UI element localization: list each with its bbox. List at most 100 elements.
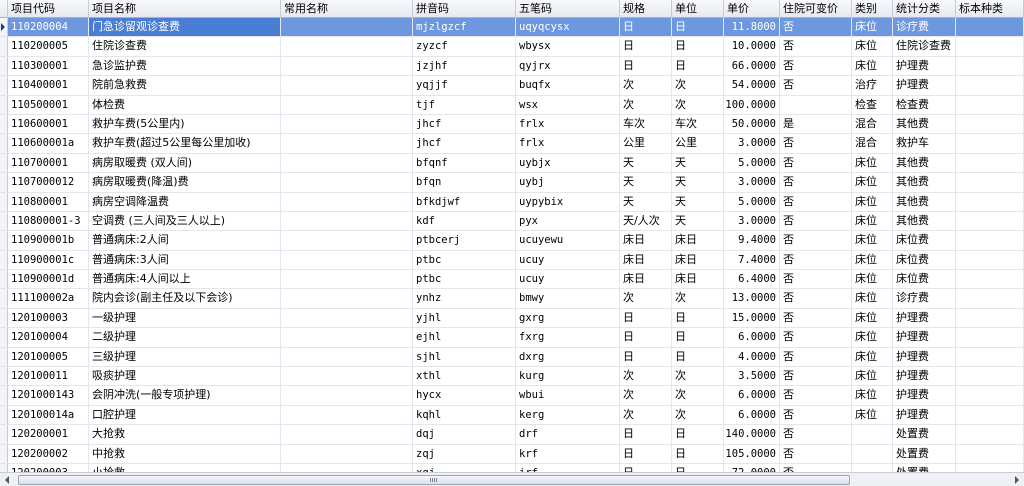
cell-price[interactable]: 13.0000 [724,289,780,308]
cell-name[interactable]: 体检费 [89,95,281,114]
cell-code[interactable]: 110800001-3 [8,211,89,231]
row-indicator[interactable] [0,231,8,250]
row-indicator[interactable] [0,289,8,308]
cell-category[interactable]: 床位 [852,328,893,347]
cell-pinyin[interactable]: mjzlgzcf [413,18,516,37]
cell-common-name[interactable] [281,153,413,173]
cell-wubi[interactable]: frlx [516,114,620,134]
cell-spec[interactable]: 次 [620,289,672,308]
cell-stat-category[interactable]: 护理费 [893,367,956,386]
cell-code[interactable]: 110600001 [8,114,89,134]
cell-common-name[interactable] [281,463,413,472]
table-row[interactable]: 120200001 大抢救 dqj drf 日日 140.0000 否处置费 [0,425,1024,445]
cell-unit[interactable]: 日 [672,18,724,37]
cell-pinyin[interactable]: yjhl [413,308,516,328]
cell-price[interactable]: 5.0000 [724,192,780,211]
table-row[interactable]: 120100011 吸痰护理 xthl kurg 次次 3.5000 否床位 护理费 [0,367,1024,387]
cell-category[interactable]: 床位 [852,18,893,37]
row-indicator[interactable] [0,76,8,95]
cell-code[interactable]: 110900001b [8,231,89,250]
cell-code[interactable]: 120100004 [8,328,89,347]
cell-specimen[interactable] [956,231,1024,250]
cell-variable-price[interactable]: 否 [780,134,852,153]
cell-name[interactable]: 急诊监护费 [89,56,281,76]
cell-name[interactable]: 三级护理 [89,347,281,367]
cell-pinyin[interactable]: yqjjf [413,76,516,95]
cell-wubi[interactable]: ucuy [516,270,620,289]
cell-common-name[interactable] [281,211,413,231]
cell-price[interactable]: 105.0000 [724,444,780,463]
cell-code[interactable]: 120100003 [8,308,89,328]
cell-pinyin[interactable]: dqj [413,425,516,444]
cell-common-name[interactable] [281,270,413,289]
cell-name[interactable]: 口腔护理 [89,405,281,425]
cell-category[interactable]: 床位 [852,250,893,270]
cell-variable-price[interactable]: 否 [780,308,852,328]
cell-price[interactable]: 15.0000 [724,308,780,328]
cell-category[interactable]: 床位 [852,367,893,386]
cell-category[interactable]: 治疗 [852,76,893,95]
horizontal-scrollbar[interactable] [0,472,1024,486]
cell-category[interactable]: 床位 [852,308,893,328]
cell-category[interactable]: 床位 [852,153,893,173]
cell-specimen[interactable] [956,153,1024,173]
cell-specimen[interactable] [956,18,1024,37]
cell-price[interactable]: 11.8000 [724,18,780,37]
cell-stat-category[interactable]: 床位费 [893,231,956,250]
cell-unit[interactable]: 次 [672,95,724,114]
cell-code[interactable]: 120200002 [8,444,89,463]
cell-name[interactable]: 普通病床:3人间 [89,250,281,270]
cell-code[interactable]: 120100014a [8,405,89,425]
cell-variable-price[interactable]: 否 [780,250,852,270]
cell-variable-price[interactable]: 是 [780,114,852,134]
cell-common-name[interactable] [281,308,413,328]
row-indicator[interactable] [0,173,8,192]
cell-spec[interactable]: 公里 [620,134,672,153]
cell-stat-category[interactable]: 护理费 [893,56,956,76]
cell-common-name[interactable] [281,76,413,95]
cell-price[interactable]: 3.0000 [724,173,780,192]
cell-variable-price[interactable]: 否 [780,231,852,250]
cell-spec[interactable]: 床日 [620,231,672,250]
cell-price[interactable]: 100.0000 [724,95,780,114]
cell-specimen[interactable] [956,289,1024,308]
cell-name[interactable]: 中抢救 [89,444,281,463]
cell-code[interactable]: 120100011 [8,367,89,386]
cell-name[interactable]: 小抢救 [89,463,281,472]
cell-unit[interactable]: 天 [672,211,724,231]
cell-category[interactable]: 床位 [852,192,893,211]
cell-category[interactable]: 床位 [852,386,893,405]
cell-pinyin[interactable]: bfqn [413,173,516,192]
cell-unit[interactable]: 次 [672,76,724,95]
cell-name[interactable]: 普通病床:4人间以上 [89,270,281,289]
cell-specimen[interactable] [956,56,1024,76]
cell-variable-price[interactable]: 否 [780,18,852,37]
cell-unit[interactable]: 日 [672,463,724,472]
cell-stat-category[interactable]: 检查费 [893,95,956,114]
cell-common-name[interactable] [281,95,413,114]
cell-pinyin[interactable]: kqhl [413,405,516,425]
cell-pinyin[interactable]: jhcf [413,134,516,153]
cell-specimen[interactable] [956,270,1024,289]
cell-pinyin[interactable]: bfkdjwf [413,192,516,211]
cell-unit[interactable]: 天 [672,173,724,192]
table-row[interactable]: 120100004 二级护理 ejhl fxrg 日日 6.0000 否床位 护理费 [0,328,1024,348]
cell-wubi[interactable]: qyjrx [516,56,620,76]
cell-unit[interactable]: 公里 [672,134,724,153]
cell-category[interactable] [852,463,893,472]
cell-common-name[interactable] [281,231,413,250]
row-indicator[interactable] [0,347,8,367]
cell-unit[interactable]: 日 [672,308,724,328]
cell-spec[interactable]: 日 [620,56,672,76]
table-row[interactable]: 1201000143 会阴冲洗(一般专项护理) hycx wbui 次次 6.0000 否床… [0,386,1024,406]
cell-variable-price[interactable]: 否 [780,270,852,289]
cell-wubi[interactable]: krf [516,444,620,463]
cell-stat-category[interactable]: 住院诊查费 [893,37,956,56]
table-row[interactable]: 120200003小抢救xqjirf日日72.0000否处置费 [0,463,1024,472]
cell-stat-category[interactable]: 护理费 [893,76,956,95]
cell-category[interactable]: 床位 [852,173,893,192]
column-header-name[interactable]: 项目名称 [89,0,281,18]
row-indicator[interactable] [0,134,8,153]
column-header-common-name[interactable]: 常用名称 [281,0,413,18]
cell-code[interactable]: 120100005 [8,347,89,367]
